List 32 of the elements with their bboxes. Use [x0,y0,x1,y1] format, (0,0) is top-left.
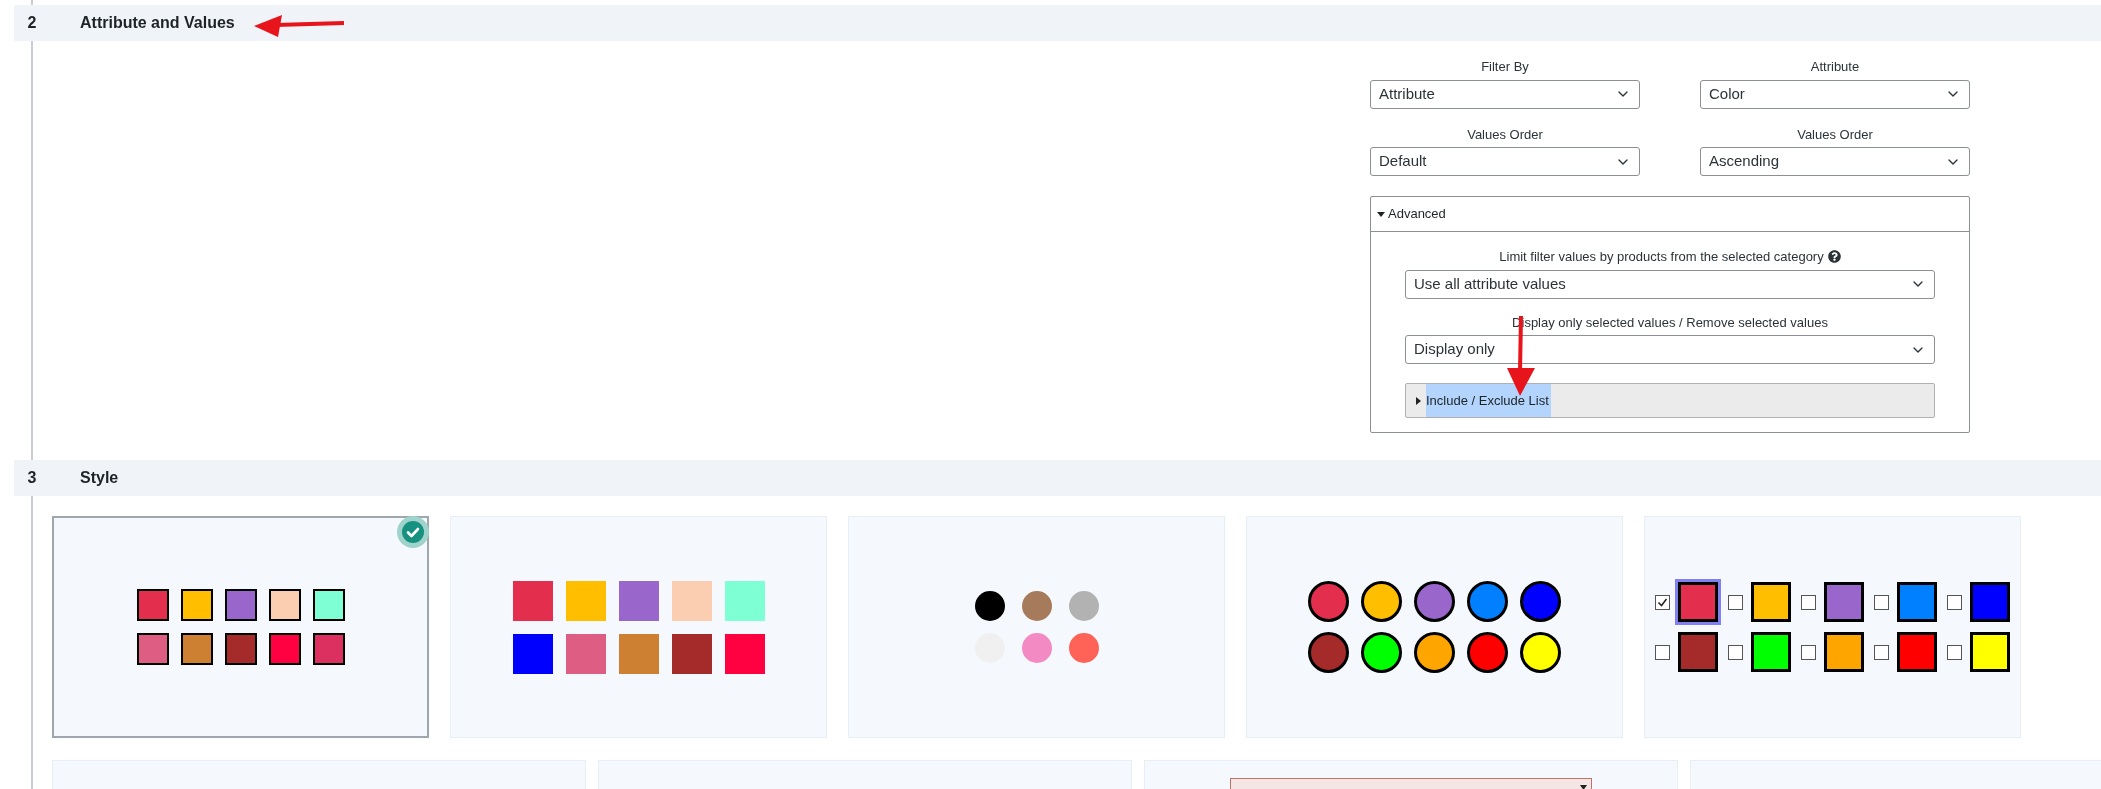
checkbox[interactable] [1728,644,1743,660]
checkmark-icon [1657,596,1668,608]
field-label: Filter By [1481,58,1529,76]
help-icon[interactable] [1827,250,1841,264]
caret-icon [1414,396,1422,405]
select-field[interactable]: Color [1700,79,1970,109]
section-title: Attribute and Values [80,13,235,33]
checkbox[interactable] [1655,644,1670,660]
checkbox[interactable] [1801,644,1816,660]
caret-down-icon [1580,785,1587,789]
select-field[interactable]: Display only [1405,335,1935,364]
style-option-card[interactable] [52,516,429,738]
advanced-toggle[interactable]: Advanced [1371,197,1969,231]
check-badge-icon [397,516,429,548]
checkbox[interactable] [1874,644,1889,660]
checkbox[interactable] [1655,594,1670,610]
include-exclude-toggle[interactable]: Include / Exclude List [1405,383,1935,418]
checkbox[interactable] [1874,594,1889,610]
field-label: Limit filter values by products from the selected category [1499,248,1824,266]
select-field[interactable]: Attribute [1370,79,1640,109]
field-label: Values Order [1797,125,1873,144]
checkbox[interactable] [1801,594,1816,610]
select-field[interactable]: Ascending [1700,147,1970,176]
field-label: Attribute [1810,58,1860,76]
select-field[interactable]: Use all attribute values [1405,269,1935,299]
checkbox[interactable] [1947,644,1962,660]
select-field[interactable]: Default [1370,147,1640,176]
caret-icon [1377,210,1385,218]
section-title: Style [80,468,119,488]
checkbox[interactable] [1728,594,1743,610]
field-label: Values Order [1467,125,1543,144]
checkbox[interactable] [1947,594,1962,610]
